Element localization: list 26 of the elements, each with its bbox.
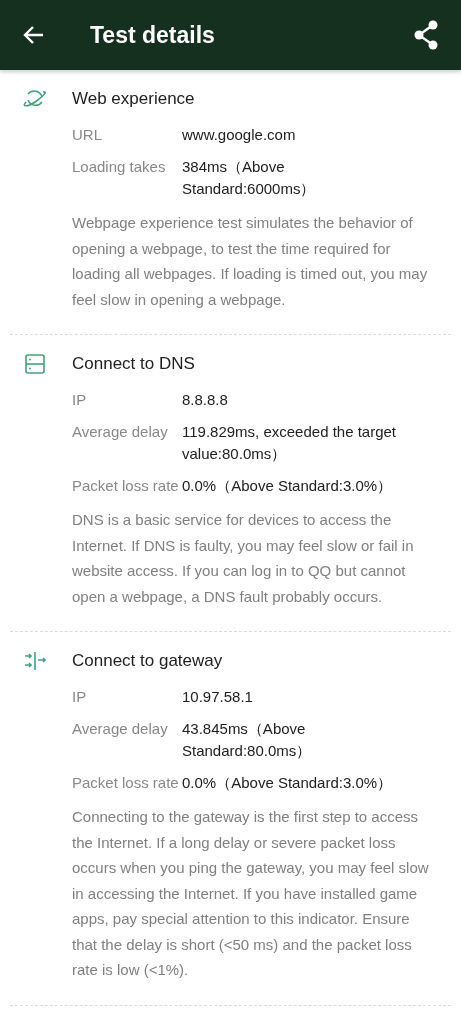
section-title: Web experience — [72, 89, 195, 109]
field-value: www.google.com — [182, 125, 297, 145]
field-value: 384ms（Above Standard:6000ms） — [182, 157, 317, 199]
section-title: Connect to gateway — [72, 651, 223, 671]
field-label: URL — [72, 125, 103, 145]
field-label: Loading takes — [72, 157, 167, 177]
field-label: IP — [72, 687, 88, 707]
server-icon — [22, 353, 48, 375]
section-title: Connect to DNS — [72, 354, 195, 374]
field-value: 0.0%（Above Standard:3.0%） — [182, 476, 394, 496]
description: DNS is a basic service for devices to access the Internet. If DNS is faulty, you may feel slow or fail in website access. If you can log in to QQ but cannot open a webpage, a DNS fault probably occurs. — [72, 510, 415, 607]
field-label: Packet loss rate — [72, 773, 180, 793]
field-value: 119.829ms, exceeded the target value:80.0ms） — [182, 422, 398, 464]
gateway-icon — [22, 650, 48, 672]
field-value: 43.845ms（Above Standard:80.0ms） — [182, 719, 313, 761]
description: Webpage experience test simulates the behavior of opening a webpage, to test the time required for loading all webpages. If loading is timed out, you may feel slow in opening a webpage. — [72, 213, 429, 310]
field-label: Packet loss rate — [72, 476, 180, 496]
screen-title: Test details — [90, 21, 216, 49]
field-label: IP — [72, 390, 88, 410]
field-value: 0.0%（Above Standard:3.0%） — [182, 773, 394, 793]
field-value: 8.8.8.8 — [182, 390, 229, 410]
share-icon[interactable] — [413, 20, 439, 50]
description: Connecting to the gateway is the first step to access the Internet. If a long delay or severe packet loss occurs when you ping the gateway, you may feel slow in accessing the Internet. If you have installed game apps, pay special attention to this indicator. Ensure that the delay is short (<50 ms) and the packet loss rate is low (<1%). — [72, 807, 430, 980]
field-label: Average delay — [72, 719, 169, 739]
field-value: 10.97.58.1 — [182, 687, 254, 707]
field-label: Average delay — [72, 422, 169, 442]
